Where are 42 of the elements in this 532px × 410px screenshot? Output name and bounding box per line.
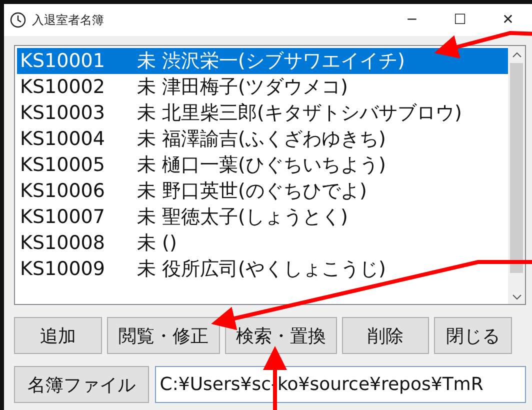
record-id: KS10004 xyxy=(19,128,106,150)
record-id: KS10002 xyxy=(19,76,106,98)
record-id: KS10008 xyxy=(19,232,106,254)
list-item[interactable]: KS10008 未 () xyxy=(17,230,508,256)
action-button[interactable]: 追加 xyxy=(14,317,102,354)
record-name: 未 () xyxy=(137,231,177,256)
list-item[interactable]: KS10006 未 野口英世(のぐちひでよ) xyxy=(17,178,508,204)
record-name: 未 役所広司(やくしょこうじ) xyxy=(137,257,386,282)
record-id: KS10003 xyxy=(19,102,106,124)
record-id: KS10009 xyxy=(19,258,106,280)
record-name: 未 北里柴三郎(キタザトシバサブロウ) xyxy=(137,101,462,126)
action-button[interactable]: 閲覧・修正 xyxy=(107,317,220,354)
list-item[interactable]: KS10001 未 渋沢栄一(シブサワエイイチ) xyxy=(17,48,508,74)
record-id: KS10001 xyxy=(19,50,106,72)
list-item[interactable]: KS10003 未 北里柴三郎(キタザトシバサブロウ) xyxy=(17,100,508,126)
window-title: 入退室者名簿 xyxy=(32,12,105,28)
list-item[interactable]: KS10004 未 福澤諭吉(ふくざわゆきち) xyxy=(17,126,508,152)
record-name: 未 野口英世(のぐちひでよ) xyxy=(137,179,367,204)
action-button[interactable]: 削除 xyxy=(342,317,429,354)
record-id: KS10006 xyxy=(19,180,106,202)
scrollbar[interactable] xyxy=(508,46,525,304)
record-name: 未 福澤諭吉(ふくざわゆきち) xyxy=(137,127,386,152)
record-name: 未 渋沢栄一(シブサワエイイチ) xyxy=(137,49,405,74)
scroll-up-icon[interactable] xyxy=(512,51,522,59)
action-button[interactable]: 閉じる xyxy=(434,317,512,354)
action-button[interactable]: 検索・置換 xyxy=(225,317,337,354)
record-name: 未 樋口一葉(ひぐちいちよう) xyxy=(137,153,386,178)
maximize-button[interactable]: ☐ xyxy=(436,4,484,36)
record-id: KS10005 xyxy=(19,154,106,176)
close-button[interactable]: ✕ xyxy=(484,4,532,36)
list-box[interactable] xyxy=(14,45,526,305)
list-item[interactable]: KS10005 未 樋口一葉(ひぐちいちよう) xyxy=(17,152,508,178)
record-name: 未 津田梅子(ツダウメコ) xyxy=(137,75,348,100)
scroll-down-icon[interactable] xyxy=(512,293,522,301)
list-item[interactable]: KS10007 未 聖徳太子(しょうとく) xyxy=(17,204,508,230)
clock-icon xyxy=(10,12,26,28)
file-button[interactable]: 名簿ファイル xyxy=(14,366,149,403)
list-item[interactable]: KS10009 未 役所広司(やくしょこうじ) xyxy=(17,256,508,282)
record-name: 未 聖徳太子(しょうとく) xyxy=(137,205,348,230)
record-id: KS10007 xyxy=(19,206,106,228)
list-item[interactable]: KS10002 未 津田梅子(ツダウメコ) xyxy=(17,74,508,100)
minimize-button[interactable]: ─ xyxy=(388,4,436,36)
